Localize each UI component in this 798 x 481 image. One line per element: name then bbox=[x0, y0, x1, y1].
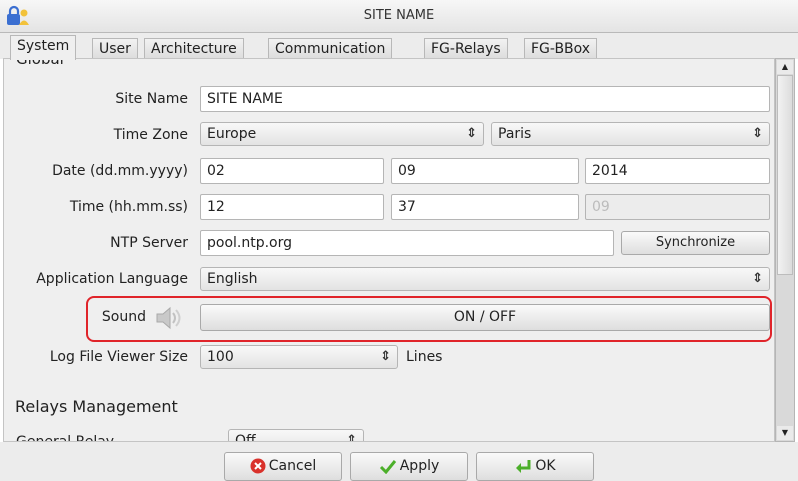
checkmark-icon bbox=[379, 460, 396, 474]
general-relay-value: Off bbox=[235, 433, 256, 442]
synchronize-button[interactable]: Synchronize bbox=[621, 231, 770, 255]
updown-arrows-icon: ⇕ bbox=[752, 126, 763, 141]
ntp-server-input[interactable]: pool.ntp.org bbox=[200, 230, 614, 256]
tab-fg-bbox[interactable]: FG-BBox bbox=[524, 38, 598, 59]
scroll-down-arrow-icon[interactable]: ▼ bbox=[777, 426, 793, 440]
date-day-input[interactable]: 02 bbox=[200, 158, 384, 184]
title-bar: SITE NAME bbox=[0, 0, 798, 33]
scroll-up-arrow-icon[interactable]: ▲ bbox=[777, 60, 793, 74]
apply-button-label: Apply bbox=[399, 458, 440, 474]
tab-fg-relays[interactable]: FG-Relays bbox=[424, 38, 508, 59]
system-settings-panel: Global Site Name SITE NAME Time Zone Eur… bbox=[3, 58, 775, 442]
date-year-input[interactable]: 2014 bbox=[585, 158, 770, 184]
ok-button-label: OK bbox=[535, 458, 556, 474]
updown-arrows-icon: ⇕ bbox=[752, 271, 763, 286]
time-zone-region-select[interactable]: Europe ⇕ bbox=[200, 122, 484, 146]
tab-architecture[interactable]: Architecture bbox=[144, 38, 244, 59]
apply-button[interactable]: Apply bbox=[350, 452, 468, 481]
tab-bar: System User Architecture Communication F… bbox=[0, 33, 798, 60]
time-seconds-input: 09 bbox=[585, 194, 770, 220]
cancel-button-label: Cancel bbox=[268, 458, 317, 474]
time-zone-region-value: Europe bbox=[207, 126, 257, 142]
vertical-scrollbar[interactable]: ▲ ▼ bbox=[775, 58, 795, 442]
updown-arrows-icon: ⇕ bbox=[346, 433, 357, 442]
dialog-button-bar: Cancel Apply OK bbox=[0, 442, 798, 481]
updown-arrows-icon: ⇕ bbox=[466, 126, 477, 141]
date-month-input[interactable]: 09 bbox=[391, 158, 579, 184]
ok-arrow-icon bbox=[516, 460, 531, 473]
application-language-label: Application Language bbox=[36, 271, 188, 287]
time-hours-input[interactable]: 12 bbox=[200, 194, 384, 220]
site-name-input[interactable]: SITE NAME bbox=[200, 86, 770, 112]
general-relay-label: General Relay bbox=[16, 434, 115, 442]
log-file-viewer-size-label: Log File Viewer Size bbox=[49, 349, 188, 365]
site-name-label: Site Name bbox=[115, 91, 188, 107]
ok-button[interactable]: OK bbox=[476, 452, 594, 481]
cancel-button[interactable]: Cancel bbox=[224, 452, 342, 481]
application-language-select[interactable]: English ⇕ bbox=[200, 267, 770, 291]
tab-system[interactable]: System bbox=[10, 35, 77, 60]
date-label: Date (dd.mm.yyyy) bbox=[52, 163, 188, 179]
log-file-viewer-size-value: 100 bbox=[207, 349, 234, 365]
time-zone-city-select[interactable]: Paris ⇕ bbox=[491, 122, 770, 146]
lines-unit-label: Lines bbox=[406, 349, 443, 365]
time-zone-city-value: Paris bbox=[498, 126, 532, 142]
general-relay-select[interactable]: Off ⇕ bbox=[228, 429, 364, 442]
ntp-server-label: NTP Server bbox=[110, 235, 188, 251]
sound-row-highlight bbox=[86, 296, 772, 342]
log-file-viewer-size-select[interactable]: 100 ⇕ bbox=[200, 345, 398, 369]
updown-arrows-icon: ⇕ bbox=[380, 349, 391, 364]
cancel-x-icon bbox=[250, 458, 266, 474]
time-label: Time (hh.mm.ss) bbox=[69, 199, 188, 215]
application-language-value: English bbox=[207, 271, 258, 287]
time-minutes-input[interactable]: 37 bbox=[391, 194, 579, 220]
tab-user[interactable]: User bbox=[92, 38, 138, 59]
tab-communication[interactable]: Communication bbox=[268, 38, 393, 59]
relays-management-heading: Relays Management bbox=[15, 397, 178, 416]
time-zone-label: Time Zone bbox=[113, 127, 188, 143]
scrollbar-thumb[interactable] bbox=[777, 75, 793, 275]
window-title: SITE NAME bbox=[363, 8, 435, 23]
